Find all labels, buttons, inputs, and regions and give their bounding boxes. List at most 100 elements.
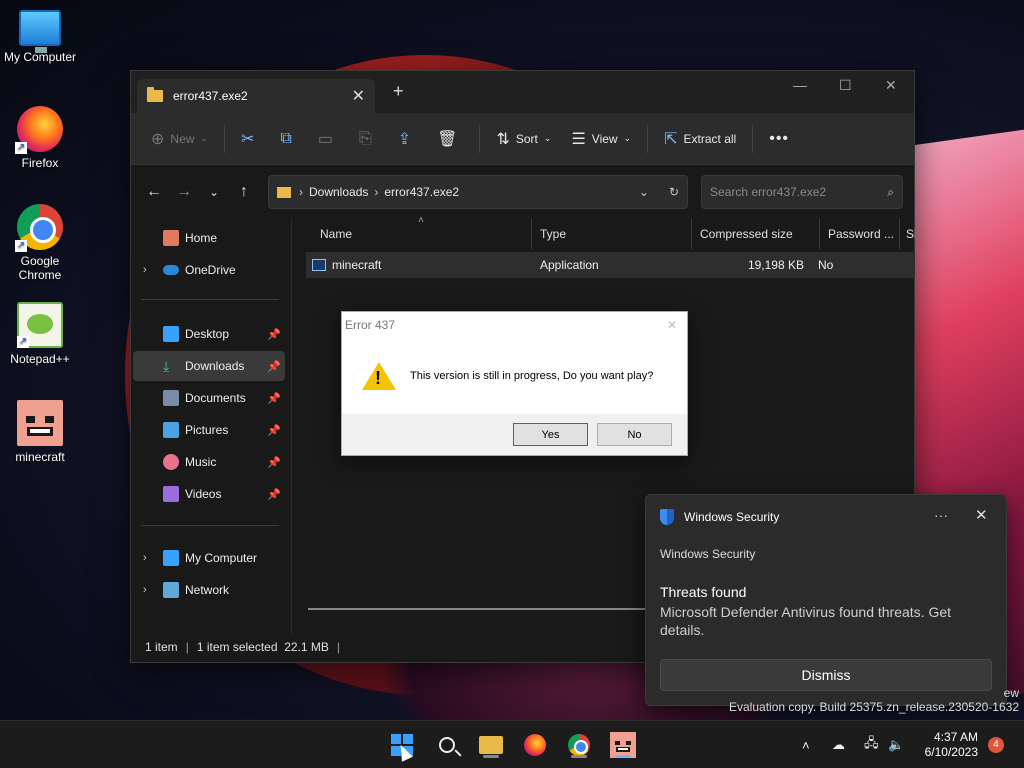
sidebar-item-my-computer[interactable]: › My Computer [133, 543, 285, 573]
status-divider: | [336, 640, 341, 654]
pin-icon: 📌 [267, 392, 281, 405]
sidebar-label: Home [185, 231, 218, 245]
pin-icon: 📌 [267, 360, 281, 373]
maximize-button[interactable]: ☐ [839, 77, 852, 94]
shortcut-arrow-icon: ↗ [15, 142, 27, 154]
column-header-password[interactable]: Password ... [820, 219, 900, 249]
sidebar-item-pictures[interactable]: Pictures 📌 [133, 415, 285, 445]
firefox-icon: ↗ [15, 106, 63, 154]
cut-button[interactable]: ✂ [231, 123, 270, 155]
chevron-down-icon: ⌄ [623, 133, 632, 143]
close-window-button[interactable]: ✕ [885, 77, 897, 94]
sidebar-item-downloads[interactable]: ⤓ Downloads 📌 [133, 351, 285, 381]
no-button[interactable]: No [597, 423, 672, 446]
taskbar-file-explorer[interactable] [475, 729, 507, 761]
minecraft-icon [17, 400, 63, 446]
desktop-icon-notepad[interactable]: ↗ Notepad++ [0, 302, 80, 366]
show-hidden-icons-button[interactable]: ˄ [802, 721, 810, 768]
close-icon[interactable]: ✕ [975, 506, 988, 524]
home-icon [163, 230, 179, 246]
share-button[interactable]: ⇪ [388, 123, 427, 155]
search-input[interactable] [710, 185, 888, 199]
yes-button[interactable]: Yes [513, 423, 588, 446]
navigation-pane: Home › OneDrive Desktop 📌 ⤓ Downloads 📌 … [131, 219, 289, 634]
desktop-icon-firefox[interactable]: ↗ Firefox [0, 106, 80, 170]
notification-badge[interactable]: 4 [988, 737, 1004, 753]
item-count: 1 item [145, 640, 178, 654]
clock-date: 6/10/2023 [924, 745, 978, 759]
search-button[interactable] [431, 729, 463, 761]
breadcrumb-downloads[interactable]: Downloads [309, 185, 368, 199]
desktop-icon-chrome[interactable]: ↗ Google Chrome [0, 204, 80, 282]
taskbar-firefox[interactable] [519, 729, 551, 761]
tab-error437[interactable]: error437.exe2 ✕ [137, 79, 375, 113]
sidebar-item-home[interactable]: Home [133, 223, 285, 253]
delete-button[interactable]: 🗑 [427, 123, 473, 155]
dialog-title-bar: Error 437 ✕ [342, 312, 687, 338]
search-box[interactable]: ⌕ [701, 175, 903, 209]
search-icon[interactable]: ⌕ [887, 185, 894, 200]
sort-button[interactable]: ⇅ Sort ⌄ [486, 123, 561, 155]
sidebar-item-desktop[interactable]: Desktop 📌 [133, 319, 285, 349]
address-bar[interactable]: › Downloads › error437.exe2 ⌄ ↻ [268, 175, 688, 209]
minimize-button[interactable]: — [793, 77, 807, 93]
sidebar-item-videos[interactable]: Videos 📌 [133, 479, 285, 509]
volume-tray-icon[interactable]: 🔈 [888, 721, 904, 768]
notification-app-name: Windows Security [660, 547, 756, 561]
refresh-icon[interactable]: ↻ [669, 185, 679, 199]
chevron-right-icon[interactable]: › [143, 584, 147, 596]
chevron-right-icon[interactable]: › [143, 552, 147, 564]
view-button[interactable]: ☰ View ⌄ [561, 123, 641, 155]
clock[interactable]: 4:37 AM 6/10/2023 [918, 730, 978, 760]
forward-button[interactable]: → [169, 183, 199, 201]
rename-button[interactable]: ⎘ [349, 123, 388, 155]
up-button[interactable]: ↑ [229, 183, 259, 201]
toolbar-divider [479, 124, 481, 153]
taskbar-minecraft[interactable] [607, 729, 639, 761]
onedrive-tray-icon[interactable]: ☁ [832, 721, 845, 768]
new-tab-button[interactable]: + [393, 81, 404, 102]
breadcrumb-error437[interactable]: error437.exe2 [384, 185, 459, 199]
column-header-compressed-size[interactable]: Compressed size [692, 219, 820, 249]
extract-all-button[interactable]: ⇱ Extract all [654, 123, 746, 155]
chevron-right-icon[interactable]: › [143, 264, 147, 276]
cloud-icon [163, 265, 179, 275]
column-header-name[interactable]: Name [312, 219, 532, 249]
paste-button[interactable]: ▭ [308, 123, 349, 155]
new-button[interactable]: ⊕ New ⌄ [141, 123, 218, 155]
sidebar-divider [141, 299, 279, 300]
watermark-line: Evaluation copy. Build 25375.zn_release.… [729, 700, 1019, 714]
view-label: View [591, 131, 618, 146]
share-icon: ⇪ [397, 130, 412, 148]
copy-button[interactable]: ⧉ [270, 123, 307, 155]
sidebar-item-documents[interactable]: Documents 📌 [133, 383, 285, 413]
back-button[interactable]: ← [139, 183, 169, 201]
extract-icon: ⇱ [664, 130, 678, 148]
status-divider: | [185, 640, 189, 654]
column-header-size[interactable]: Si [900, 219, 915, 249]
recent-locations-button[interactable]: ⌄ [199, 185, 229, 199]
sidebar-item-music[interactable]: Music 📌 [133, 447, 285, 477]
taskbar-chrome[interactable] [563, 729, 595, 761]
desktop-icon-my-computer[interactable]: My Computer [0, 10, 80, 64]
sidebar-item-network[interactable]: › Network [133, 575, 285, 605]
chevron-down-icon[interactable]: ⌄ [639, 185, 649, 199]
more-options-icon[interactable]: ··· [934, 507, 948, 523]
column-header-type[interactable]: Type [532, 219, 692, 249]
close-icon[interactable]: ✕ [667, 318, 677, 332]
network-tray-icon[interactable]: 🖧 [864, 721, 879, 768]
extract-all-label: Extract all [683, 131, 737, 146]
horizontal-scrollbar[interactable] [308, 608, 648, 610]
desktop-icon-label: Google Chrome [18, 254, 62, 282]
file-password: No [818, 258, 834, 272]
chrome-icon [568, 734, 590, 756]
rename-icon: ⎘ [358, 129, 372, 147]
network-icon: 🖧 [864, 735, 879, 750]
more-options-button[interactable]: ••• [759, 123, 799, 155]
toolbar-divider [752, 124, 754, 153]
desktop-icon-minecraft[interactable]: minecraft [0, 400, 80, 464]
table-row[interactable]: minecraft Application 19,198 KB No [306, 252, 915, 278]
close-tab-icon[interactable]: ✕ [352, 86, 365, 106]
dialog-footer: Yes No [342, 414, 687, 455]
sidebar-item-onedrive[interactable]: › OneDrive [133, 255, 285, 285]
